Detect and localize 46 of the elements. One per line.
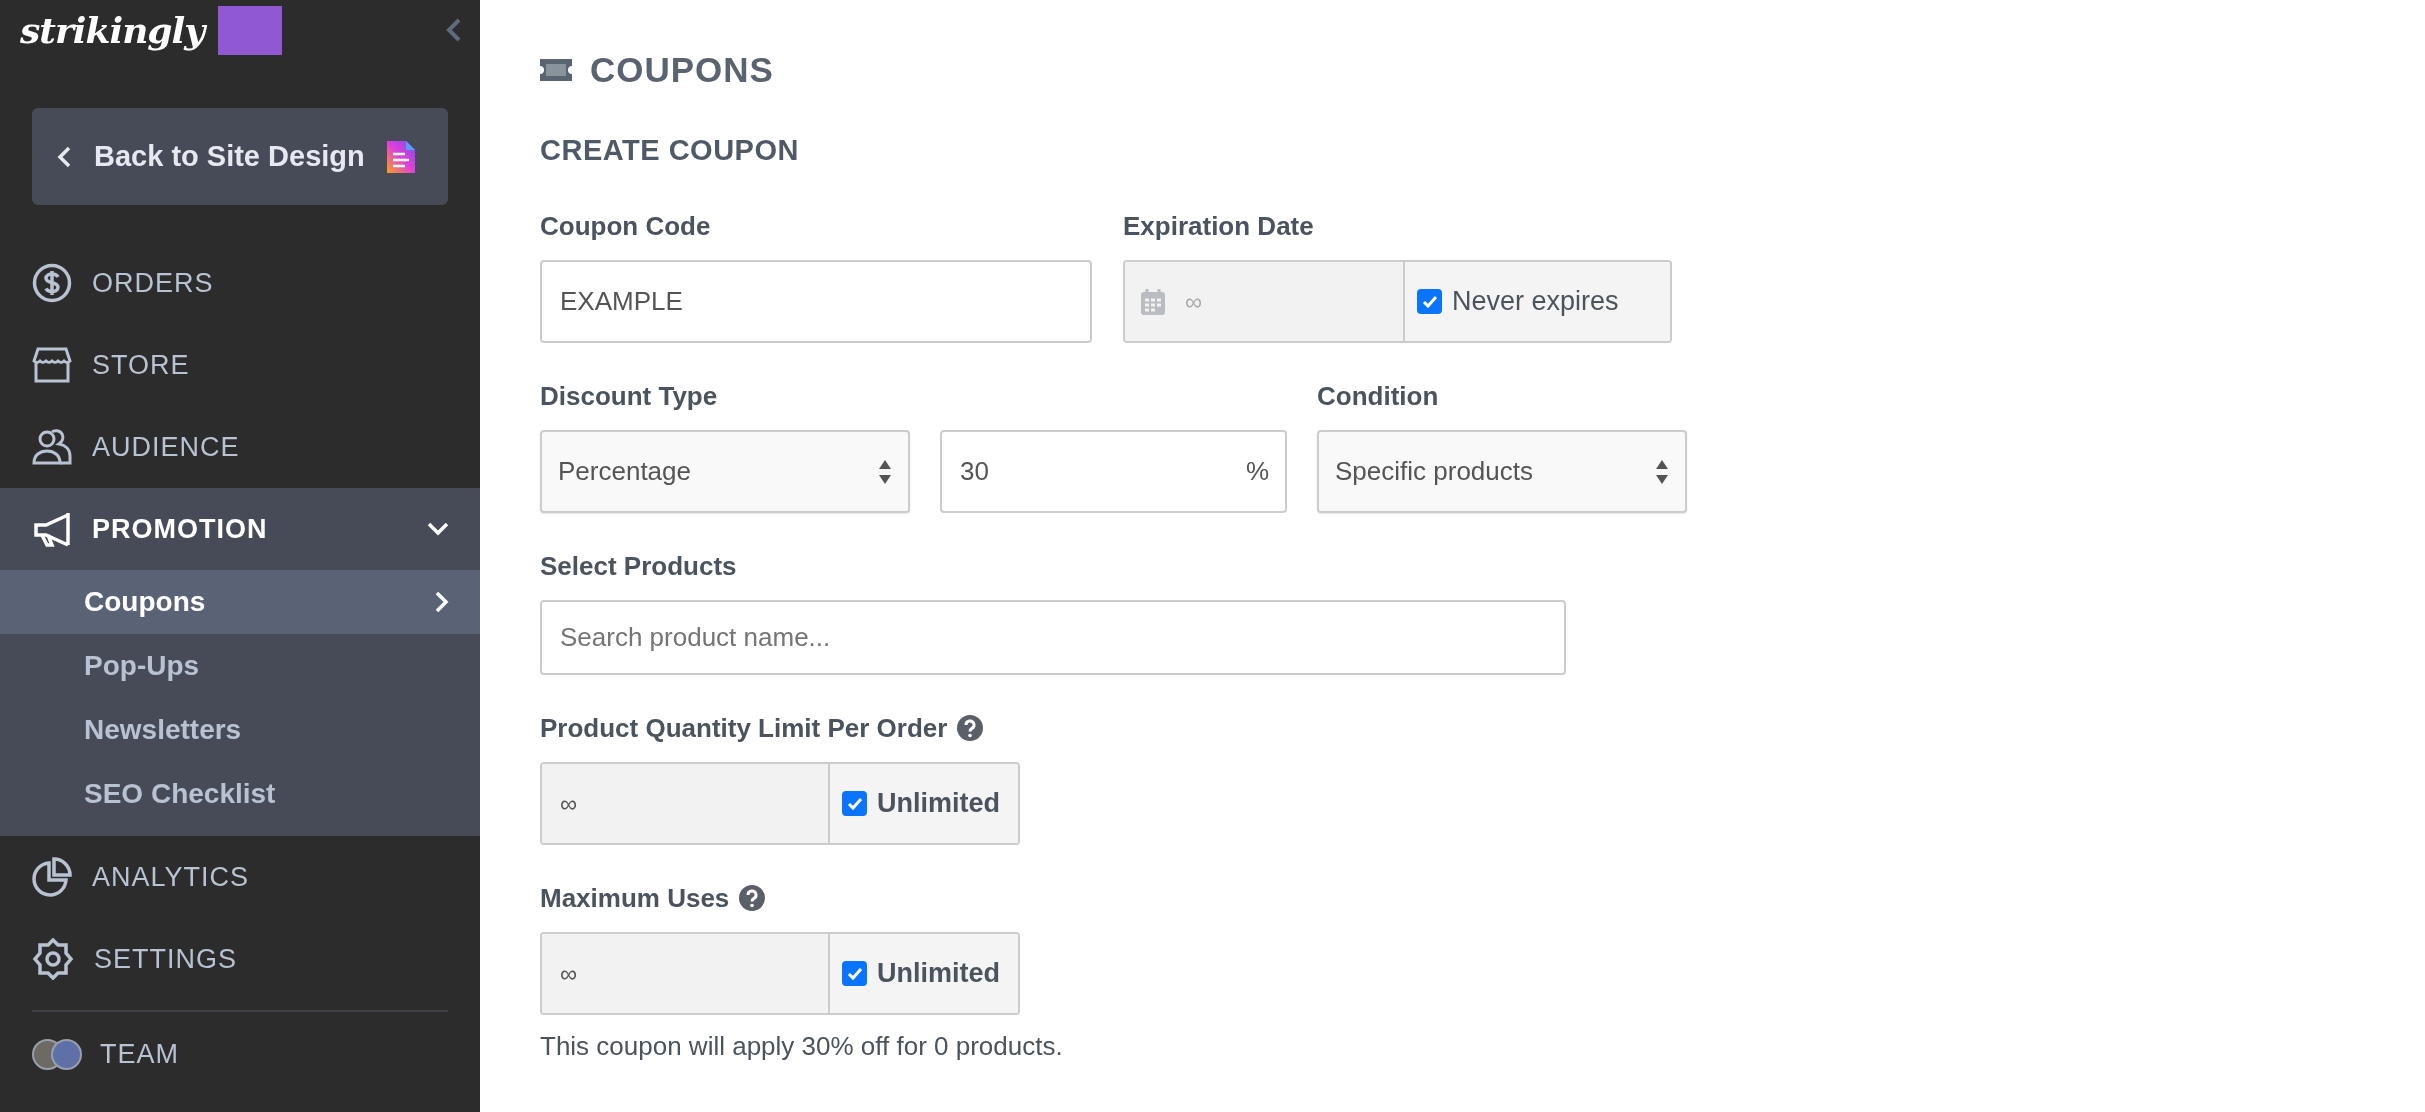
help-icon[interactable] xyxy=(957,715,984,741)
help-icon[interactable] xyxy=(739,885,766,911)
submenu-item[interactable]: Newsletters xyxy=(0,698,480,762)
nav-item[interactable]: AUDIENCE xyxy=(0,406,480,488)
dollar-circle-icon xyxy=(32,263,72,303)
submenu-item[interactable]: SEO Checklist xyxy=(0,762,480,826)
chevron-left-icon xyxy=(56,144,72,169)
field-label: Select Products xyxy=(540,550,737,582)
ticket-icon xyxy=(540,59,572,81)
input-field[interactable]: 30 % xyxy=(940,430,1287,513)
field-label: Maximum Uses xyxy=(540,882,730,914)
submenu-item[interactable]: Pop-Ups xyxy=(0,634,480,698)
submenu-item[interactable]: Coupons xyxy=(0,570,480,634)
logo-block xyxy=(218,5,283,55)
nav-item[interactable]: ORDERS xyxy=(0,242,480,324)
settings-icon xyxy=(32,938,74,980)
nav-item[interactable]: ANALYTICS xyxy=(0,836,480,918)
avatar-icon xyxy=(32,1038,82,1070)
checkbox[interactable] xyxy=(842,791,867,816)
checkbox-option[interactable]: Unlimited xyxy=(830,764,1018,843)
nav-item[interactable]: STORE xyxy=(0,324,480,406)
field-label: Coupon Code xyxy=(540,210,711,242)
nav-item[interactable]: SETTINGS xyxy=(0,918,480,1000)
checkbox[interactable] xyxy=(842,961,867,986)
nav-item[interactable]: TEAM xyxy=(0,1024,480,1084)
collapse-icon[interactable] xyxy=(446,17,462,43)
field-label: Discount Type xyxy=(540,380,718,412)
chevron-right-icon xyxy=(434,590,450,614)
document-icon xyxy=(386,140,415,173)
field-label: Condition xyxy=(1317,380,1439,412)
summary-text: This coupon will apply 30% off for 0 products. xyxy=(540,1031,1064,1062)
page-title: COUPONS xyxy=(590,50,774,90)
search-field[interactable]: Search product name... xyxy=(540,600,1566,675)
people-icon xyxy=(32,429,72,465)
field-label: Product Quantity Limit Per Order xyxy=(540,712,948,744)
pie-chart-icon xyxy=(32,857,72,897)
field-label: Expiration Date xyxy=(1123,210,1314,242)
section-title: CREATE COUPON xyxy=(540,134,800,167)
logo-text[interactable]: strikingly xyxy=(20,9,205,51)
dropdown[interactable]: Percentage xyxy=(540,430,910,513)
checkbox-option[interactable]: Unlimited xyxy=(830,934,1018,1013)
input-field[interactable]: EXAMPLE xyxy=(540,260,1092,343)
dropdown[interactable]: Specific products xyxy=(1317,430,1687,513)
amount-input[interactable]: 30 xyxy=(958,455,1246,488)
store-icon xyxy=(32,347,72,383)
back-button[interactable]: Back to Site Design xyxy=(32,108,448,205)
